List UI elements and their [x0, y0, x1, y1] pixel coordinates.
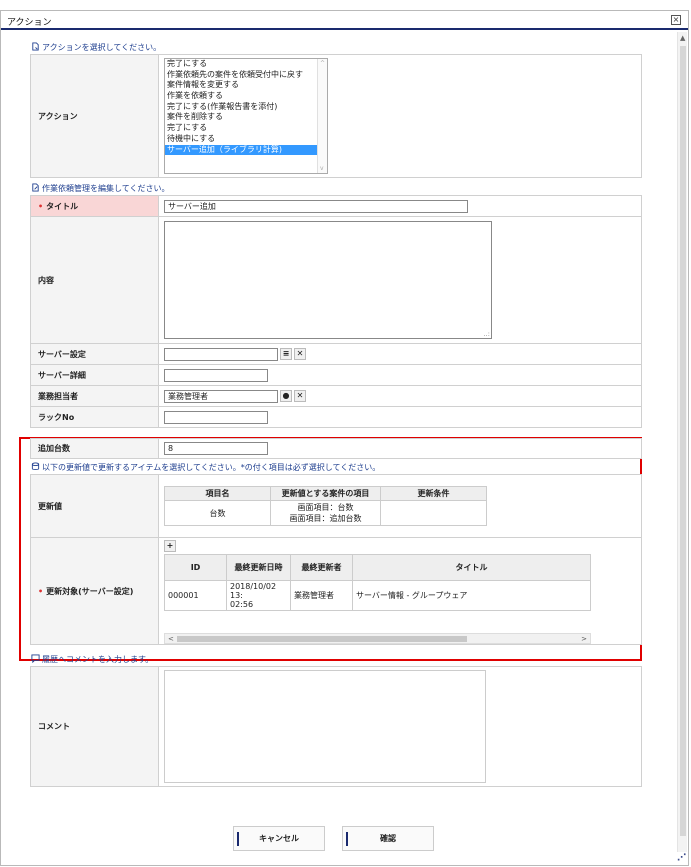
action-option[interactable]: 完了にする(作業報告書を添付) — [165, 102, 327, 113]
rack-no-label: ラックNo — [30, 406, 159, 428]
resize-grip-icon[interactable]: ..: — [483, 330, 490, 338]
comment-label: コメント — [30, 666, 159, 787]
action-table: アクション 完了にする 作業依頼先の案件を依頼受付中に戻す 案件情報を変更する 作業を… — [30, 54, 642, 178]
action-label: アクション — [30, 54, 159, 178]
document-icon — [32, 42, 39, 51]
source-line-2: 画面項目：追加台数 — [289, 514, 362, 523]
dialog-title: アクション — [7, 18, 52, 28]
cell-title: サーバー情報 - グループウェア — [352, 580, 591, 611]
server-setting-label: サーバー設定 — [30, 343, 159, 365]
close-icon[interactable]: × — [671, 15, 681, 25]
col-updater[interactable]: 最終更新者 — [290, 554, 353, 581]
server-detail-input[interactable] — [164, 368, 268, 382]
table-row[interactable]: 000001 2018/10/02 13: 02:56 業務管理者 サーバー情報 … — [164, 580, 591, 611]
hscroll-thumb[interactable] — [177, 636, 467, 642]
updated-line-1: 2018/10/02 13: — [230, 582, 277, 600]
comment-icon — [31, 654, 40, 663]
database-section-icon — [31, 462, 40, 470]
source-line-1: 画面項目：台数 — [297, 503, 354, 512]
edit-form-table: • タイトル サーバー追加 内容 ..: サーバー設定 ≡ ✕ サーバー詳細 業務… — [30, 195, 642, 428]
col-title[interactable]: タイトル — [352, 554, 591, 581]
add-count-label: 追加台数 — [30, 438, 159, 459]
cell-updated-at: 2018/10/02 13: 02:56 — [226, 580, 291, 611]
grid-hscrollbar[interactable]: < > — [164, 633, 591, 644]
clear-icon[interactable]: ✕ — [294, 390, 306, 402]
rack-no-input[interactable] — [164, 410, 268, 424]
chevron-right-icon[interactable]: > — [581, 635, 587, 643]
cancel-button-label: キャンセル — [259, 834, 299, 843]
comment-table: コメント — [30, 666, 642, 787]
dialog-titlebar: アクション × — [1, 11, 688, 30]
database-icon[interactable]: ≡ — [280, 348, 292, 360]
section-edit-request-text: 作業依頼管理を編集してください。 — [42, 184, 170, 193]
title-label-text: タイトル — [46, 201, 79, 211]
listbox-scrollbar[interactable]: ^ v — [317, 59, 327, 173]
section-action-select: アクションを選択してください。 — [31, 42, 161, 53]
chevron-up-icon[interactable]: ^ — [320, 60, 325, 67]
section-update-items: 以下の更新値で更新するアイテムを選択してください。*の付く項目は必ず選択してくだ… — [31, 462, 380, 473]
update-target-label: • 更新対象(サーバー設定) — [30, 537, 159, 645]
edit-document-icon — [32, 183, 39, 192]
server-detail-label: サーバー詳細 — [30, 364, 159, 386]
action-option[interactable]: 完了にする — [165, 59, 327, 70]
action-option[interactable]: 作業を依頼する — [165, 91, 327, 102]
update-values-label: 更新値 — [30, 474, 159, 538]
user-icon[interactable]: ● — [280, 390, 292, 402]
scrollbar-thumb[interactable] — [680, 46, 686, 836]
cancel-button[interactable]: キャンセル — [233, 826, 325, 851]
scroll-up-icon[interactable]: ▲ — [680, 34, 685, 42]
chevron-down-icon[interactable]: v — [320, 165, 324, 172]
cell-item-name: 台数 — [164, 500, 271, 526]
update-table: 更新値 項目名 更新値とする案件の項目 更新条件 台数 画面項目：台数 画面項目：… — [30, 474, 642, 645]
section-comment: 履歴へコメントを入力します。 — [31, 654, 153, 665]
col-id[interactable]: ID — [164, 554, 227, 581]
required-dot-icon: • — [38, 586, 44, 596]
confirm-button-label: 確認 — [380, 834, 396, 843]
confirm-button[interactable]: 確認 — [342, 826, 434, 851]
action-listbox[interactable]: 完了にする 作業依頼先の案件を依頼受付中に戻す 案件情報を変更する 作業を依頼する 完了… — [164, 58, 328, 174]
dialog-scrollbar[interactable]: ▲ — [677, 32, 687, 852]
section-comment-text: 履歴へコメントを入力します。 — [42, 655, 154, 664]
update-target-grid: ID 最終更新日時 最終更新者 タイトル 000001 2018/10/02 1… — [164, 554, 591, 644]
server-setting-input[interactable] — [164, 347, 278, 361]
content-label: 内容 — [30, 216, 159, 344]
section-update-items-text: 以下の更新値で更新するアイテムを選択してください。*の付く項目は必ず選択してくだ… — [42, 463, 381, 472]
table-row: 台数 画面項目：台数 画面項目：追加台数 — [164, 500, 487, 526]
title-input[interactable]: サーバー追加 — [164, 199, 468, 213]
section-action-select-text: アクションを選択してください。 — [42, 43, 162, 52]
add-count-input[interactable]: 8 — [164, 442, 268, 455]
cell-source-item: 画面項目：台数 画面項目：追加台数 — [270, 500, 381, 526]
update-target-label-text: 更新対象(サーバー設定) — [46, 586, 134, 596]
resize-corner-icon[interactable]: ⋰ — [677, 853, 686, 863]
add-count-table: 追加台数 8 — [30, 438, 642, 459]
col-source-item: 更新値とする案件の項目 — [270, 486, 381, 501]
col-updated-at[interactable]: 最終更新日時 — [226, 554, 291, 581]
assignee-input[interactable]: 業務管理者 — [164, 389, 278, 403]
assignee-label: 業務担当者 — [30, 385, 159, 407]
action-option[interactable]: 待機中にする — [165, 134, 327, 145]
clear-icon[interactable]: ✕ — [294, 348, 306, 360]
section-edit-request: 作業依頼管理を編集してください。 — [31, 183, 170, 194]
button-bar — [237, 832, 239, 846]
title-label: • タイトル — [30, 195, 159, 217]
col-condition: 更新条件 — [380, 486, 487, 501]
action-option[interactable]: 案件情報を変更する — [165, 80, 327, 91]
updated-line-2: 02:56 — [230, 600, 254, 609]
content-textarea[interactable]: ..: — [164, 221, 492, 339]
cell-id: 000001 — [164, 580, 227, 611]
add-row-button[interactable]: + — [164, 540, 176, 552]
action-dialog: アクション × ▲ アクションを選択してください。 アクション 完了にする 作業依… — [0, 10, 689, 866]
action-option[interactable]: 完了にする — [165, 123, 327, 134]
action-option[interactable]: 案件を削除する — [165, 112, 327, 123]
comment-textarea[interactable] — [164, 670, 486, 783]
action-option[interactable]: サーバー追加（ライブラリ計算) — [165, 144, 327, 156]
required-dot-icon: • — [38, 201, 44, 211]
cell-condition — [380, 500, 487, 526]
action-option[interactable]: 作業依頼先の案件を依頼受付中に戻す — [165, 70, 327, 81]
col-item-name: 項目名 — [164, 486, 271, 501]
cell-updater: 業務管理者 — [290, 580, 353, 611]
button-bar — [346, 832, 348, 846]
update-values-grid: 項目名 更新値とする案件の項目 更新条件 台数 画面項目：台数 画面項目：追加台数 — [164, 486, 487, 526]
chevron-left-icon[interactable]: < — [168, 635, 174, 643]
